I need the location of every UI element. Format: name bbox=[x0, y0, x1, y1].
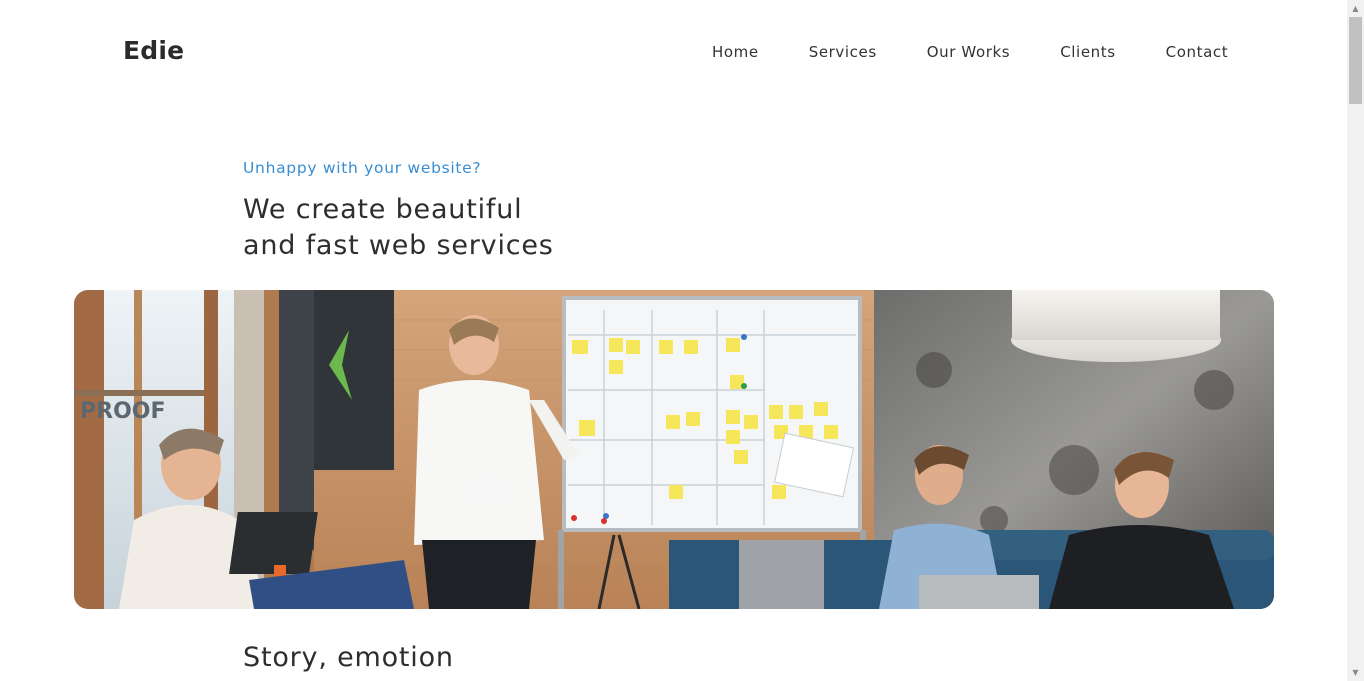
site-logo[interactable]: Edie bbox=[123, 36, 184, 65]
hero-image: PROOF bbox=[74, 290, 1274, 609]
nav-clients[interactable]: Clients bbox=[1060, 42, 1115, 62]
nav-contact[interactable]: Contact bbox=[1166, 42, 1229, 62]
hero-headline: We create beautiful and fast web service… bbox=[243, 192, 554, 264]
chevron-down-icon[interactable]: ▼ bbox=[1347, 664, 1364, 681]
nav-our-works[interactable]: Our Works bbox=[927, 42, 1010, 62]
main-nav: Home Services Our Works Clients Contact bbox=[712, 42, 1228, 62]
svg-text:PROOF: PROOF bbox=[80, 399, 166, 424]
page: Edie Home Services Our Works Clients Con… bbox=[0, 0, 1347, 681]
scrollbar-thumb[interactable] bbox=[1349, 17, 1362, 104]
hero-headline-line-2: and fast web services bbox=[243, 230, 554, 261]
chevron-up-icon[interactable]: ▲ bbox=[1347, 0, 1364, 17]
vertical-scrollbar[interactable]: ▲ ▼ bbox=[1347, 0, 1364, 681]
nav-services[interactable]: Services bbox=[809, 42, 877, 62]
nav-home[interactable]: Home bbox=[712, 42, 759, 62]
hero-headline-line-1: We create beautiful bbox=[243, 194, 523, 225]
hero-eyebrow: Unhappy with your website? bbox=[243, 159, 482, 177]
team-meeting-photo: PROOF bbox=[74, 290, 1274, 609]
section-title: Story, emotion bbox=[243, 642, 454, 673]
